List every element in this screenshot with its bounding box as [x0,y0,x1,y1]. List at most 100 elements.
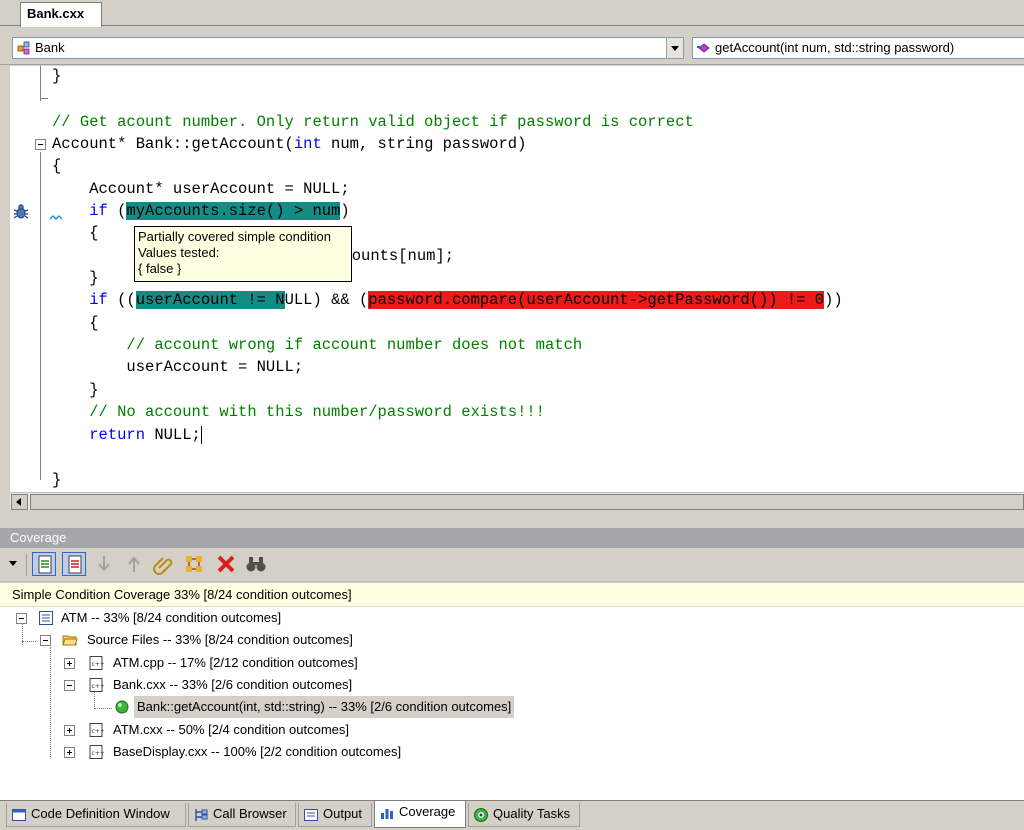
code-comment: // No account with this number/password … [52,403,545,421]
toolbar-separator [26,554,27,576]
binoculars-icon [246,557,266,572]
tree-connector [94,708,112,709]
merge-button[interactable] [182,552,206,576]
clear-results-button[interactable] [214,552,238,576]
cpp-file-icon: c++ [89,745,105,759]
scrollbar-thumb[interactable] [30,494,1024,510]
tree-label-source-files[interactable]: Source Files -- 33% [8/24 condition outc… [84,629,356,651]
member-dropdown[interactable]: getAccount(int num, std::string password… [692,37,1024,59]
code-line: userAccount = NULL; [52,358,304,376]
svg-text:c++: c++ [92,728,105,735]
quality-tasks-icon [474,808,488,822]
code-line: { [52,224,99,242]
tree-connector [22,641,36,642]
cpp-file-icon: c++ [89,678,105,692]
code-line: Account* userAccount = NULL; [52,180,350,198]
method-icon [697,43,710,53]
navigation-bar: Bank getAccount(int num, std::string pas… [0,27,1024,65]
find-button[interactable] [244,552,268,576]
attach-button[interactable] [152,552,176,576]
document-tab-bank-cxx[interactable]: Bank.cxx [20,2,102,27]
tool-window-tabs: Code Definition Window Call Browser Outp… [0,800,1024,830]
tab-code-definition-window[interactable]: Code Definition Window [6,803,186,827]
code-editor[interactable]: } // Get acount number. Only return vali… [10,66,1024,492]
collapse-toggle[interactable] [64,680,75,691]
previous-button[interactable] [122,552,146,576]
code-line-if-1: if (myAccounts.size() > num) [89,202,350,220]
coverage-summary: Simple Condition Coverage 33% [8/24 cond… [0,583,1024,607]
tree-connector [50,647,51,757]
expand-toggle[interactable] [64,747,75,758]
bar-chart-icon [381,809,393,819]
document-tab-label: Bank.cxx [27,6,85,21]
expand-toggle[interactable] [64,725,75,736]
code-comment: // account wrong if account number does … [52,336,583,354]
tree-label-bank-cxx[interactable]: Bank.cxx -- 33% [2/6 condition outcomes] [110,674,355,696]
code-line: } [52,67,62,85]
no-coverage-highlight[interactable]: password.compare(userAccount->getPasswor… [368,291,825,309]
svg-text:c++: c++ [92,683,105,690]
class-dropdown[interactable]: Bank [12,37,684,59]
collapse-toggle[interactable] [40,635,51,646]
code-comment: // Get acount number. Only return valid … [52,113,694,131]
outline-line [40,152,41,480]
tab-output[interactable]: Output [298,803,372,827]
tab-coverage[interactable]: Coverage [374,801,466,828]
tree-label-atm-cxx[interactable]: ATM.cxx -- 50% [2/4 condition outcomes] [110,719,352,741]
merge-grid-icon [186,556,202,572]
output-icon [304,809,318,821]
svg-text:c++: c++ [92,750,105,757]
member-dropdown-value: getAccount(int num, std::string password… [715,40,955,55]
partial-coverage-highlight[interactable]: userAccount != N [135,291,285,309]
document-tab-strip: Bank.cxx [0,0,1024,27]
toolbar-menu-chevron-icon[interactable] [9,561,17,566]
code-line: { [52,157,62,175]
outline-line [40,98,48,99]
coverage-panel-title: Coverage [0,528,1024,548]
arrow-up-icon [128,556,140,572]
show-covered-button[interactable] [32,552,56,576]
next-button[interactable] [92,552,116,576]
text-caret [200,425,202,444]
paperclip-icon [153,557,173,575]
tree-connector [94,691,95,709]
tree-label-basedisplay-cxx[interactable]: BaseDisplay.cxx -- 100% [2/2 condition o… [110,741,404,763]
tab-quality-tasks[interactable]: Quality Tasks [468,803,580,827]
chevron-down-icon[interactable] [666,38,683,58]
partial-coverage-highlight[interactable]: myAccounts.size() > num [126,202,341,220]
outline-line [40,66,41,101]
code-line: } [52,381,99,399]
tree-label-atm[interactable]: ATM -- 33% [8/24 condition outcomes] [58,607,284,629]
covered-document-icon [38,555,52,574]
svg-text:c++: c++ [92,661,105,668]
tree-label-atm-cpp[interactable]: ATM.cpp -- 17% [2/12 condition outcomes] [110,652,361,674]
delete-x-icon [217,555,235,573]
code-line-return: return NULL; [89,425,202,444]
code-line: { [52,314,99,332]
code-line: } [52,269,99,287]
collapse-toggle[interactable] [16,613,27,624]
tree-row-bank-getaccount[interactable]: Bank::getAccount(int, std::string) -- 33… [134,696,515,718]
code-line: } [52,471,62,489]
pane-splitter[interactable] [0,510,1024,528]
call-browser-icon [195,809,208,821]
code-line-if-2: if ((userAccount != NULL) && (password.c… [89,291,843,309]
show-uncovered-button[interactable] [62,552,86,576]
coverage-toolbar [0,548,1024,582]
scroll-left-button[interactable] [11,494,28,510]
horizontal-scrollbar[interactable] [10,492,1024,510]
tooltip-values: { false } [138,261,182,276]
uncovered-document-icon [68,555,82,574]
editor-gutter [10,66,40,492]
status-dot-icon [115,700,129,714]
coverage-tree: ATM -- 33% [8/24 condition outcomes] Sou… [0,607,1024,800]
tooltip-values-label: Values tested: [138,245,220,260]
project-icon [39,611,53,625]
collapse-region-button[interactable] [35,139,46,150]
tooltip-title: Partially covered simple condition [138,229,331,244]
arrow-down-icon [98,556,110,572]
code-line-signature: Account* Bank::getAccount(int num, strin… [52,135,527,153]
cpp-file-icon: c++ [89,723,105,737]
expand-toggle[interactable] [64,658,75,669]
tab-call-browser[interactable]: Call Browser [188,803,296,827]
